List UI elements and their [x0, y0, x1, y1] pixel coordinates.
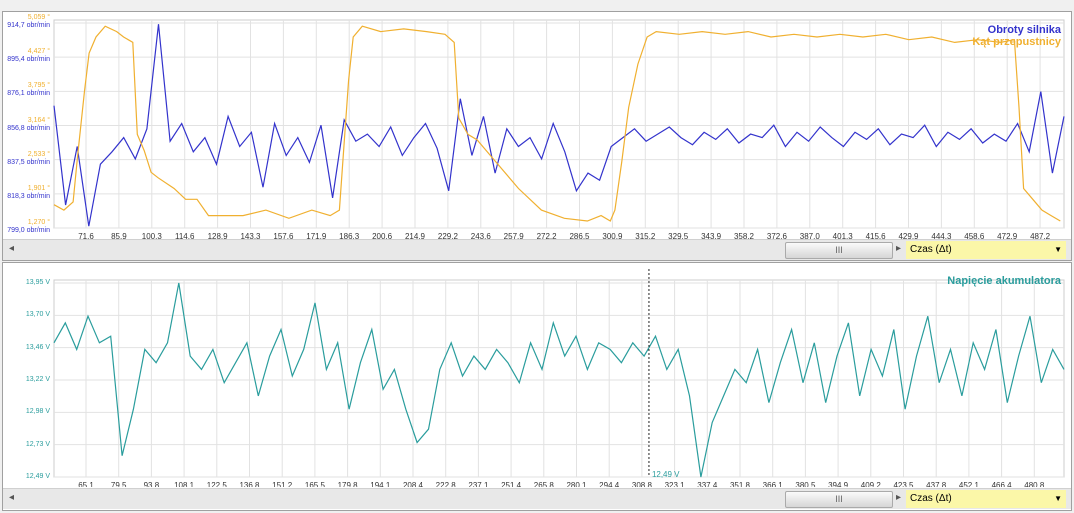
x-tick-label: 452,1 — [959, 481, 980, 487]
y-tick-label: 837,5 obr/min — [7, 158, 50, 166]
x-axis-select-value: Czas (Δt) — [910, 244, 952, 255]
x-axis-select[interactable]: Czas (Δt) ▼ — [906, 490, 1066, 508]
x-tick-label: 136,8 — [239, 481, 260, 487]
y-tick-label: 2,533 ° — [27, 150, 50, 158]
x-tick-label: 208,4 — [403, 481, 424, 487]
chevron-down-icon: ▼ — [1054, 494, 1062, 503]
y-tick-label: 799,0 obr/min — [7, 227, 50, 234]
x-tick-label: 237,1 — [468, 481, 489, 487]
x-tick-label: 122,5 — [207, 481, 228, 487]
x-tick-label: 323,1 — [665, 481, 686, 487]
scroll-left-arrow-icon[interactable]: ◂ — [9, 492, 14, 503]
plot-area — [53, 19, 1065, 229]
y-tick-label: 5,059 ° — [27, 14, 50, 21]
x-axis-select-value: Czas (Δt) — [910, 493, 952, 504]
scroll-thumb[interactable]: III — [785, 242, 893, 259]
plot-area — [53, 279, 1065, 478]
x-tick-label: 108,1 — [174, 481, 195, 487]
y-tick-label: 1,270 ° — [27, 219, 50, 226]
x-tick-label: 280,1 — [566, 481, 587, 487]
legend-throttle: Kąt przepustnicy — [972, 36, 1061, 48]
legend-voltage: Napięcie akumulatora — [947, 275, 1061, 287]
x-tick-label: 165,5 — [305, 481, 326, 487]
x-tick-label: 79,5 — [111, 481, 127, 487]
y-tick-label: 13,95 V — [25, 279, 50, 286]
x-tick-label: 265,8 — [534, 481, 555, 487]
x-tick-label: 194,1 — [370, 481, 391, 487]
x-tick-label: 294,4 — [599, 481, 620, 487]
horizontal-scrollbar[interactable]: ◂ III ▸ Czas (Δt) ▼ — [3, 488, 1071, 509]
x-tick-label: 222,8 — [436, 481, 457, 487]
chevron-down-icon: ▼ — [1054, 245, 1062, 254]
y-tick-label: 12,49 V — [25, 473, 50, 480]
x-tick-label: 337,4 — [697, 481, 718, 487]
y-tick-label: 12,98 V — [25, 408, 50, 416]
scroll-right-arrow-icon[interactable]: ▸ — [896, 243, 901, 254]
x-tick-label: 251,4 — [501, 481, 522, 487]
y-tick-label: 3,795 ° — [27, 82, 50, 90]
y-tick-label: 856,8 obr/min — [7, 124, 50, 132]
x-tick-label: 409,2 — [861, 481, 882, 487]
cursor-value-label: 12,49 V — [652, 470, 680, 479]
x-tick-label: 93,8 — [144, 481, 160, 487]
y-tick-label: 13,70 V — [25, 311, 50, 319]
voltage-chart[interactable]: 65,1 79,5 93,8 108,1 122,5 136,8 151,2 165,5 179… — [3, 263, 1071, 487]
x-tick-label: 480,8 — [1024, 481, 1045, 487]
y-tick-label: 13,46 V — [25, 343, 50, 351]
voltage-chart-panel: 65,1 79,5 93,8 108,1 122,5 136,8 151,2 165,5 179… — [2, 262, 1072, 511]
x-tick-label: 380,5 — [795, 481, 816, 487]
y-tick-label: 3,164 ° — [27, 116, 50, 124]
x-tick-label: 65,1 — [78, 481, 94, 487]
y-tick-label: 12,73 V — [25, 440, 50, 448]
x-tick-label: 351,8 — [730, 481, 751, 487]
y-tick-label: 876,1 obr/min — [7, 90, 50, 98]
rpm-throttle-chart-panel: 71,6 85,9 100,3 114,6 128,9 143,3 157,6 171,9 18… — [2, 11, 1072, 261]
y-tick-label: 914,7 obr/min — [7, 22, 50, 29]
y-tick-label: 895,4 obr/min — [7, 56, 50, 64]
scroll-left-arrow-icon[interactable]: ◂ — [9, 243, 14, 254]
x-tick-label: 366,1 — [763, 481, 784, 487]
scroll-right-arrow-icon[interactable]: ▸ — [896, 492, 901, 503]
x-tick-label: 394,9 — [828, 481, 849, 487]
legend-rpm: Obroty silnika — [987, 24, 1061, 36]
x-tick-label: 423,5 — [893, 481, 914, 487]
x-tick-label: 466,4 — [992, 481, 1013, 487]
legend: Napięcie akumulatora — [947, 275, 1061, 287]
legend: Obroty silnika Kąt przepustnicy — [972, 24, 1061, 48]
scroll-thumb[interactable]: III — [785, 491, 893, 508]
x-tick-label: 151,2 — [272, 481, 293, 487]
x-axis-select[interactable]: Czas (Δt) ▼ — [906, 241, 1066, 259]
x-tick-label: 179,8 — [338, 481, 359, 487]
y-tick-label: 4,427 ° — [27, 48, 50, 56]
rpm-throttle-chart[interactable]: 71,6 85,9 100,3 114,6 128,9 143,3 157,6 171,9 18… — [3, 12, 1071, 240]
x-tick-label: 437,8 — [926, 481, 947, 487]
y-tick-label: 818,3 obr/min — [7, 192, 50, 200]
horizontal-scrollbar[interactable]: ◂ III ▸ Czas (Δt) ▼ — [3, 239, 1071, 260]
x-tick-label: 308,8 — [632, 481, 653, 487]
y-tick-label: 13,22 V — [25, 376, 50, 383]
y-tick-label: 1,901 ° — [27, 184, 50, 192]
